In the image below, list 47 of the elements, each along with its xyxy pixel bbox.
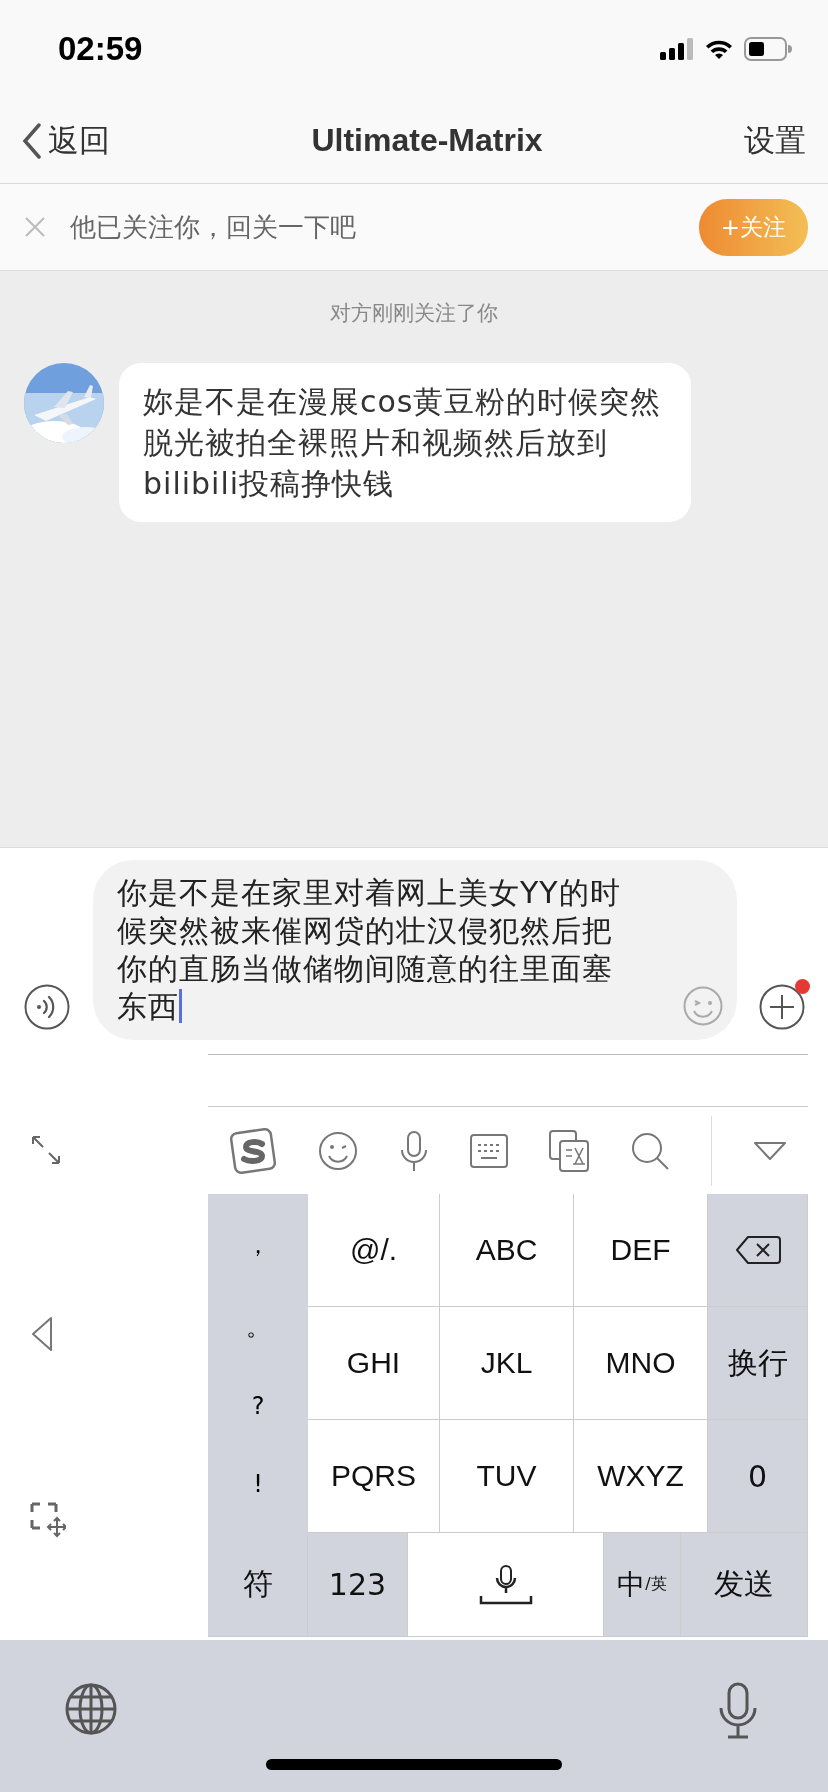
letter-key[interactable]: WXYZ <box>574 1420 708 1533</box>
move-handle-icon[interactable] <box>30 1502 66 1538</box>
letter-key[interactable]: TUV <box>440 1420 574 1533</box>
letter-key[interactable]: DEF <box>574 1194 708 1307</box>
letter-key[interactable]: @/. <box>308 1194 440 1307</box>
follow-prompt: 他已关注你，回关一下吧 <box>70 210 357 244</box>
translate-icon[interactable] <box>549 1129 590 1172</box>
back-button[interactable]: 返回 <box>22 119 110 162</box>
text-cursor <box>179 989 182 1023</box>
keyboard-icon[interactable] <box>469 1133 508 1168</box>
punctuation-key[interactable]: ? <box>251 1392 265 1421</box>
letter-key[interactable]: PQRS <box>308 1420 440 1533</box>
function-key[interactable]: 换行 <box>708 1307 808 1420</box>
clock-time: 02:59 <box>58 30 143 68</box>
message-input[interactable]: 你是不是在家里对着网上美女YY的时候突然被来催网贷的壮汉侵犯然后把你的直肠当做储物间随意的往里面塞东西 <box>93 860 737 1040</box>
plus-icon[interactable] <box>759 984 805 1030</box>
left-triangle-icon[interactable] <box>30 1316 54 1352</box>
expand-icon[interactable] <box>30 1134 62 1166</box>
message-bubble: 妳是不是在漫展cos黄豆粉的时候突然脱光被拍全裸照片和视频然后放到bilibili投稿挣快钱 <box>119 363 691 522</box>
system-notice: 对方刚刚关注了你 <box>330 300 498 327</box>
send-key[interactable]: 发送 <box>681 1533 808 1637</box>
letter-key[interactable]: ABC <box>440 1194 574 1307</box>
battery-icon <box>744 37 792 61</box>
letter-key[interactable]: JKL <box>440 1307 574 1420</box>
symbols-key[interactable]: 符 <box>208 1533 308 1637</box>
settings-button[interactable]: 设置 <box>744 119 806 162</box>
punctuation-key[interactable]: 。 <box>246 1310 270 1343</box>
wifi-icon <box>704 38 734 60</box>
back-chevron-icon <box>22 122 42 159</box>
function-key[interactable]: 0 <box>708 1420 808 1533</box>
globe-icon[interactable] <box>64 1682 118 1736</box>
punctuation-key[interactable]: ! <box>253 1470 263 1499</box>
search-icon[interactable] <box>630 1130 671 1171</box>
letter-key[interactable]: GHI <box>308 1307 440 1420</box>
smiley-icon[interactable] <box>317 1130 358 1171</box>
punctuation-key[interactable]: ， <box>246 1228 270 1261</box>
chat-title: Ultimate-Matrix <box>311 122 543 159</box>
microphone-icon[interactable] <box>398 1129 429 1172</box>
dictation-mic-icon[interactable] <box>718 1682 758 1740</box>
letter-key[interactable]: MNO <box>574 1307 708 1420</box>
backspace-icon <box>734 1235 781 1265</box>
numbers-key[interactable]: 123 <box>308 1533 408 1637</box>
back-label[interactable]: 返回 <box>48 119 110 162</box>
signal-icon <box>660 38 694 60</box>
voice-icon[interactable] <box>24 984 70 1030</box>
collapse-triangle-icon[interactable] <box>753 1140 788 1161</box>
backspace-key[interactable] <box>708 1194 808 1307</box>
